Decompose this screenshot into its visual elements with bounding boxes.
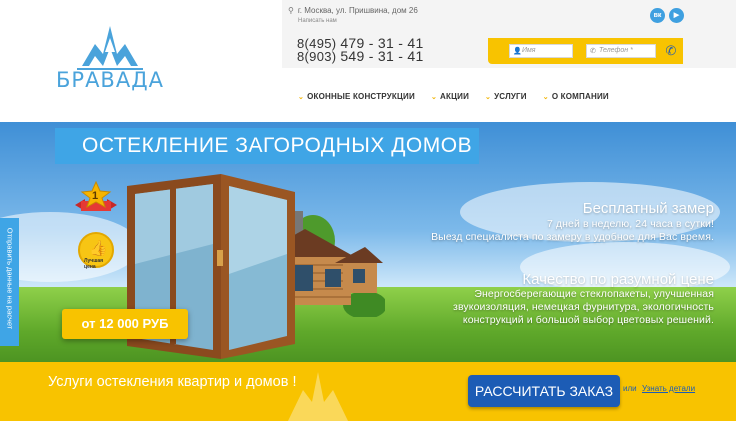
learn-details-link[interactable]: Узнать детали — [642, 384, 695, 393]
feature-line: звукоизоляция, немецкая фурнитура, эколо… — [453, 301, 714, 313]
feature-free-measurement-title: Бесплатный замер — [582, 200, 714, 217]
site-header: БРАВАДА ⚲ г. Москва, ул. Пришвина, дом 26… — [0, 0, 736, 122]
chevron-down-icon: ⌄ — [298, 93, 305, 101]
phone-placeholder: Телефон * — [599, 47, 633, 54]
nav-item-promotions[interactable]: ⌄ АКЦИИ — [431, 92, 469, 101]
calculate-order-button[interactable]: РАССЧИТАТЬ ЗАКАЗ — [468, 375, 620, 407]
nav-label: О КОМПАНИИ — [551, 92, 609, 101]
badge-number: 1 — [92, 190, 99, 202]
hero-section: ОСТЕКЛЕНИЕ ЗАГОРОДНЫХ ДОМОВ 1 👍 Лучшая ц… — [0, 122, 736, 362]
hero-title: ОСТЕКЛЕНИЕ ЗАГОРОДНЫХ ДОМОВ — [55, 128, 479, 164]
name-placeholder: Имя — [522, 47, 536, 54]
side-tab-label: Отправить данные на расчет — [5, 227, 15, 330]
cta-slogan: Услуги остекления квартир и домов ! — [48, 374, 297, 390]
nav-item-about[interactable]: ⌄ О КОМПАНИИ — [543, 92, 609, 101]
nav-label: УСЛУГИ — [494, 92, 527, 101]
location-pin-icon: ⚲ — [288, 6, 294, 15]
feature-quality-title: Качество по разумной цене — [522, 271, 714, 288]
cloud — [0, 212, 140, 282]
nav-item-window-constructions[interactable]: ⌄ ОКОННЫЕ КОНСТРУКЦИИ — [298, 92, 415, 101]
phone-field-icon: ✆ — [590, 48, 596, 55]
or-text: или — [623, 384, 637, 393]
vk-icon[interactable]: вк — [650, 8, 665, 23]
chevron-down-icon: ⌄ — [430, 93, 438, 101]
feature-line: Выезд специалиста по замеру в удобное дл… — [431, 231, 714, 243]
chevron-down-icon: ⌄ — [485, 93, 492, 101]
phone-2-prefix: 8(903) — [297, 49, 337, 64]
write-us-link[interactable]: Написать нам — [298, 18, 337, 24]
phone-2-number: 549 - 31 - 41 — [340, 48, 424, 64]
phone-input[interactable]: ✆ Телефон * — [586, 44, 656, 58]
nav-item-services[interactable]: ⌄ УСЛУГИ — [485, 92, 527, 101]
cta-bar: Услуги остекления квартир и домов ! РАСС… — [0, 362, 736, 421]
phone-2[interactable]: 8(903) 549 - 31 - 41 — [297, 48, 424, 64]
address: ⚲ г. Москва, ул. Пришвина, дом 26 — [288, 6, 418, 15]
chevron-down-icon: ⌄ — [542, 93, 549, 101]
main-nav: ⌄ ОКОННЫЕ КОНСТРУКЦИИ ⌄ АКЦИИ ⌄ УСЛУГИ ⌄ О К… — [298, 92, 609, 101]
user-icon: 👤 — [513, 48, 522, 55]
address-text: г. Москва, ул. Пришвина, дом 26 — [297, 6, 418, 15]
name-input[interactable]: 👤 Имя — [509, 44, 573, 58]
nav-label: ОКОННЫЕ КОНСТРУКЦИИ — [307, 92, 415, 101]
thumbs-up-icon: 👍 — [89, 240, 108, 257]
feature-line: 7 дней в неделю, 24 часа в сутки! — [546, 218, 714, 230]
best-price-badge: 👍 Лучшая цена — [78, 232, 114, 270]
page: БРАВАДА ⚲ г. Москва, ул. Пришвина, дом 26… — [0, 0, 736, 421]
feature-line: конструкций и большой выбор цветовых реш… — [462, 314, 714, 326]
nav-label: АКЦИИ — [440, 92, 470, 101]
send-data-side-tab[interactable]: Отправить данные на расчет — [0, 218, 19, 346]
price-badge: от 12 000 РУБ — [62, 309, 188, 339]
youtube-icon[interactable]: ▶ — [669, 8, 684, 23]
callback-form: 👤 Имя ✆ Телефон * ✆ — [488, 38, 683, 64]
feature-line: Энергосберегающие стеклопакеты, улучшенн… — [474, 288, 714, 300]
logo-text[interactable]: БРАВАДА — [56, 68, 164, 92]
call-button[interactable]: ✆ — [663, 42, 679, 60]
badge-caption: Лучшая цена — [84, 258, 104, 270]
phone-icon: ✆ — [665, 43, 677, 58]
logo-watermark-icon — [288, 372, 348, 421]
